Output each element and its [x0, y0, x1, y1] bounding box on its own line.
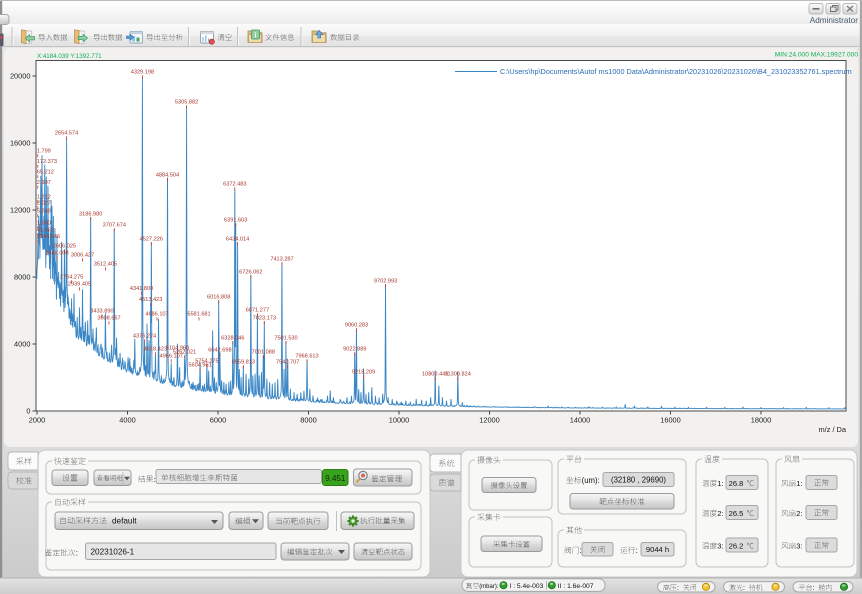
- svg-text:9060.283: 9060.283: [345, 322, 368, 328]
- svg-text:4329.198: 4329.198: [131, 69, 154, 75]
- svg-text:1.660: 1.660: [37, 220, 51, 226]
- svg-text:2.907: 2.907: [37, 180, 51, 186]
- svg-text:1.799: 1.799: [37, 148, 51, 154]
- svg-text:6871.277: 6871.277: [246, 307, 269, 313]
- svg-text::: :: [153, 475, 155, 484]
- svg-text:3186.980: 3186.980: [79, 211, 102, 217]
- svg-text:C:\Users\hp\Documents\Autof ms: C:\Users\hp\Documents\Autof ms1000 Data\…: [500, 67, 852, 76]
- svg-text:12000: 12000: [479, 416, 500, 425]
- svg-text:3433.890: 3433.890: [90, 308, 113, 314]
- svg-text:6016.808: 6016.808: [207, 294, 230, 300]
- svg-text:172.373: 172.373: [37, 159, 57, 165]
- svg-text:II : 1.6e-007: II : 1.6e-007: [558, 583, 594, 590]
- svg-text:i: i: [255, 32, 257, 39]
- svg-text:Administrator: Administrator: [810, 16, 859, 25]
- svg-text:2:: 2:: [796, 509, 802, 518]
- svg-text:11300.824: 11300.824: [445, 371, 471, 377]
- svg-text:20000: 20000: [10, 72, 31, 81]
- svg-text:7023.173: 7023.173: [253, 315, 276, 321]
- svg-text:3:: 3:: [717, 542, 723, 551]
- svg-text:1:: 1:: [796, 479, 802, 488]
- svg-text:9.451: 9.451: [325, 474, 346, 483]
- svg-text:3707.674: 3707.674: [103, 222, 126, 228]
- svg-text:6559.813: 6559.813: [232, 359, 255, 365]
- svg-text::: :: [636, 546, 638, 555]
- svg-text:7501.530: 7501.530: [274, 335, 297, 341]
- svg-text:26.5: 26.5: [729, 509, 744, 518]
- svg-text:16000: 16000: [660, 416, 681, 425]
- svg-text::: :: [76, 549, 78, 558]
- svg-text:(32180 , 29690): (32180 , 29690): [611, 476, 666, 485]
- svg-text:9702.993: 9702.993: [374, 278, 397, 284]
- svg-text:4341.800: 4341.800: [130, 286, 153, 292]
- svg-text:12000: 12000: [10, 206, 31, 215]
- svg-text::: :: [813, 585, 815, 592]
- svg-text:2544.546: 2544.546: [37, 234, 60, 240]
- svg-text:65.212: 65.212: [37, 169, 54, 175]
- svg-text:2:: 2:: [717, 509, 723, 518]
- svg-text:3:: 3:: [796, 542, 802, 551]
- svg-text:6000: 6000: [210, 416, 226, 425]
- svg-text:0: 0: [26, 407, 30, 416]
- svg-text:26.8: 26.8: [729, 479, 744, 488]
- svg-text:6042.698: 6042.698: [208, 347, 231, 353]
- svg-text:20231026-1: 20231026-1: [91, 548, 135, 557]
- svg-text:2000: 2000: [29, 416, 45, 425]
- svg-text:7540.707: 7540.707: [276, 359, 299, 365]
- svg-text:6372.483: 6372.483: [223, 181, 246, 187]
- svg-text:(mbar):: (mbar):: [479, 584, 499, 590]
- svg-text::: :: [743, 585, 745, 592]
- svg-text:26.2: 26.2: [729, 541, 744, 550]
- svg-text:4884.504: 4884.504: [156, 172, 179, 178]
- svg-text:2654.574: 2654.574: [55, 130, 78, 136]
- svg-text:16000: 16000: [10, 139, 31, 148]
- svg-text:2939.405: 2939.405: [68, 281, 91, 287]
- svg-text:7968.613: 7968.613: [295, 353, 318, 359]
- svg-text:7413.287: 7413.287: [270, 256, 293, 262]
- svg-text:8000: 8000: [300, 416, 316, 425]
- svg-text:9022.889: 9022.889: [343, 346, 366, 352]
- svg-text:6328.046: 6328.046: [221, 335, 244, 341]
- svg-text:2.027: 2.027: [37, 200, 51, 206]
- svg-text:7001.088: 7001.088: [252, 349, 275, 355]
- svg-text:3006.427: 3006.427: [71, 252, 94, 258]
- svg-text:I : 5.4e-003: I : 5.4e-003: [510, 583, 544, 590]
- svg-text:4686.107: 4686.107: [145, 311, 168, 317]
- svg-text:6726.062: 6726.062: [239, 269, 262, 275]
- svg-text:4000: 4000: [119, 416, 135, 425]
- svg-text::: :: [580, 546, 582, 555]
- svg-text:4527.226: 4527.226: [140, 236, 163, 242]
- svg-text:m/z / Da: m/z / Da: [818, 425, 846, 434]
- svg-text:4000: 4000: [14, 340, 30, 349]
- svg-text:X:4184.039 Y:1392.771: X:4184.039 Y:1392.771: [37, 53, 102, 60]
- svg-text:2606.025: 2606.025: [53, 243, 76, 249]
- svg-text:5754.275: 5754.275: [195, 358, 218, 364]
- svg-text:5581.681: 5581.681: [187, 311, 210, 317]
- svg-text:4513.423: 4513.423: [139, 297, 162, 303]
- svg-text:MIN:24.000 MAX:19927.000: MIN:24.000 MAX:19927.000: [775, 52, 859, 59]
- svg-text::: :: [677, 585, 679, 592]
- svg-text:3608.667: 3608.667: [97, 315, 120, 321]
- svg-text:8000: 8000: [14, 273, 30, 282]
- svg-text:3512.405: 3512.405: [94, 261, 117, 267]
- svg-text:6391.603: 6391.603: [224, 217, 247, 223]
- svg-text:2764.275: 2764.275: [60, 274, 83, 280]
- svg-text:9218.209: 9218.209: [352, 369, 375, 375]
- svg-text:9044 h: 9044 h: [646, 545, 669, 554]
- svg-text:6434.014: 6434.014: [226, 236, 249, 242]
- svg-text:5.248: 5.248: [37, 208, 51, 214]
- svg-text:5262.021: 5262.021: [173, 349, 196, 355]
- svg-text:18000: 18000: [751, 416, 772, 425]
- svg-text:1:: 1:: [717, 479, 723, 488]
- svg-text:default: default: [112, 517, 137, 526]
- svg-text:2448.008: 2448.008: [45, 250, 68, 256]
- svg-text:10000: 10000: [389, 416, 410, 425]
- svg-text:14000: 14000: [570, 416, 591, 425]
- svg-text:(um):: (um):: [582, 476, 600, 485]
- svg-text:41.662: 41.662: [37, 227, 54, 233]
- svg-text:5305.882: 5305.882: [175, 99, 198, 105]
- svg-text:4376.274: 4376.274: [133, 333, 156, 339]
- svg-text:4618.423: 4618.423: [144, 346, 167, 352]
